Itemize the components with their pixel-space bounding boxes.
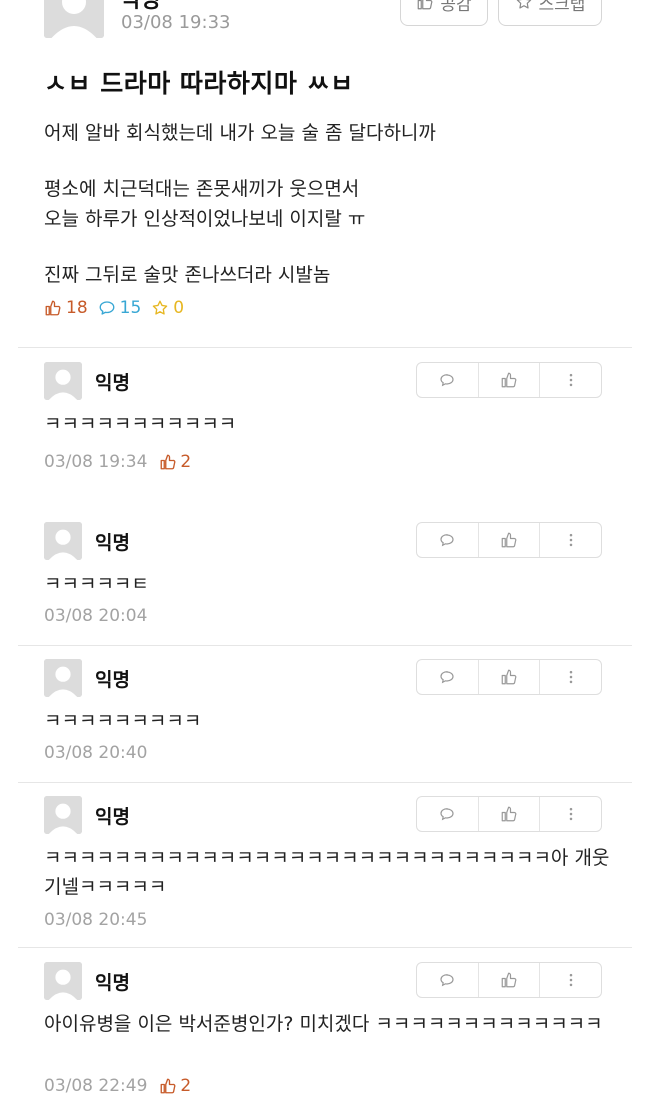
speech-bubble-icon <box>440 671 454 684</box>
comment-like-count: 2 <box>159 452 191 472</box>
thumbs-up-icon <box>501 806 517 822</box>
scrap-button[interactable]: 스크랩 <box>498 0 602 26</box>
avatar <box>44 0 104 38</box>
thumbs-up-icon <box>501 372 517 388</box>
reply-button[interactable] <box>417 963 479 997</box>
comment-like-button[interactable] <box>479 523 541 557</box>
comment-author: 익명 <box>95 532 130 554</box>
divider <box>18 347 632 348</box>
more-options-button[interactable] <box>540 523 601 557</box>
post-stats: 18 15 0 <box>44 298 194 318</box>
comment-like-button[interactable] <box>479 963 541 997</box>
default-avatar-icon <box>44 0 104 38</box>
like-count-value: 18 <box>66 298 88 318</box>
star-icon <box>153 300 168 315</box>
comment-time: 03/08 20:04 <box>44 606 148 626</box>
default-avatar-icon <box>44 522 82 560</box>
comment-meta: 03/08 19:34 2 <box>44 452 191 472</box>
thumbs-up-icon <box>501 972 517 988</box>
comment-time: 03/08 19:34 <box>44 452 148 472</box>
vertical-dots-icon <box>569 973 572 987</box>
avatar <box>44 962 82 1000</box>
more-options-button[interactable] <box>540 363 601 397</box>
comment-text: ㅋㅋㅋㅋㅋㅋㅋㅋㅋㅋㅋㅋㅋㅋㅋㅋㅋㅋㅋㅋㅋㅋㅋㅋㅋㅋㅋㅋㅋ아 개웃기넬ㅋㅋㅋㅋㅋ <box>44 847 610 898</box>
default-avatar-icon <box>44 362 82 400</box>
reply-button[interactable] <box>417 797 479 831</box>
post-time: 03/08 19:33 <box>121 12 231 33</box>
comment-actions <box>416 362 602 398</box>
comment-time: 03/08 20:45 <box>44 910 148 930</box>
vertical-dots-icon <box>569 373 572 387</box>
comment-text: ㅋㅋㅋㅋㅋㅋㅋㅋㅋ <box>44 710 202 732</box>
reply-button[interactable] <box>417 363 479 397</box>
comment-author: 익명 <box>95 972 130 994</box>
comment-meta: 03/08 20:45 <box>44 910 147 930</box>
default-avatar-icon <box>44 659 82 697</box>
comment-meta: 03/08 20:04 <box>44 606 147 626</box>
divider <box>18 947 632 948</box>
avatar <box>44 522 82 560</box>
comment-count: 15 <box>98 298 142 318</box>
speech-bubble-icon <box>440 974 454 987</box>
like-button[interactable]: 공감 <box>400 0 488 26</box>
scrap-count: 0 <box>151 298 184 318</box>
post-body-line: 평소에 치근덕대는 존못새끼가 웃으면서 <box>44 178 360 200</box>
comment-like-button[interactable] <box>479 797 541 831</box>
comment-author: 익명 <box>95 372 130 394</box>
avatar <box>44 362 82 400</box>
divider <box>18 782 632 783</box>
star-icon <box>516 0 531 9</box>
comment-text: ㅋㅋㅋㅋㅋㅌ <box>44 573 149 595</box>
speech-bubble-icon <box>99 301 115 315</box>
post-body-line: 오늘 하루가 인상적이었나보네 이지랄 ㅠ <box>44 208 366 230</box>
speech-bubble-icon <box>440 808 454 821</box>
divider <box>18 645 632 646</box>
comment-like-value: 2 <box>180 452 192 472</box>
more-options-button[interactable] <box>540 797 601 831</box>
comment-meta: 03/08 22:49 2 <box>44 1076 191 1096</box>
reply-button[interactable] <box>417 660 479 694</box>
default-avatar-icon <box>44 796 82 834</box>
comment-meta: 03/08 20:40 <box>44 743 147 763</box>
comment-time: 03/08 22:49 <box>44 1076 148 1096</box>
post-body-line: 어제 알바 회식했는데 내가 오늘 술 좀 달다하니까 <box>44 122 436 144</box>
vertical-dots-icon <box>569 670 572 684</box>
comment-like-count: 2 <box>159 1076 191 1096</box>
comment-like-value: 2 <box>180 1076 192 1096</box>
more-options-button[interactable] <box>540 963 601 997</box>
comment-count-value: 15 <box>119 298 142 318</box>
comment-like-button[interactable] <box>479 363 541 397</box>
more-options-button[interactable] <box>540 660 601 694</box>
post-title: ㅅㅂ 드라마 따라하지마 ㅆㅂ <box>44 69 354 98</box>
comment-actions <box>416 796 602 832</box>
reply-button[interactable] <box>417 523 479 557</box>
comment-author: 익명 <box>95 669 130 691</box>
avatar <box>44 796 82 834</box>
speech-bubble-icon <box>440 534 454 547</box>
thumbs-up-icon <box>501 669 517 685</box>
comment-like-button[interactable] <box>479 660 541 694</box>
speech-bubble-icon <box>440 374 454 387</box>
like-count: 18 <box>44 298 88 318</box>
scrap-count-value: 0 <box>173 298 185 318</box>
comment-time: 03/08 20:40 <box>44 743 148 763</box>
default-avatar-icon <box>44 962 82 1000</box>
comment-actions <box>416 962 602 998</box>
thumbs-up-icon <box>418 0 433 10</box>
thumbs-up-icon <box>160 1078 176 1094</box>
post-body-line: 진짜 그뒤로 술맛 존나쓰더라 시발놈 <box>44 264 331 286</box>
thumbs-up-icon <box>160 454 176 470</box>
thumbs-up-icon <box>501 532 517 548</box>
thumbs-up-icon <box>45 300 61 316</box>
scrap-button-label: 스크랩 <box>538 0 586 15</box>
vertical-dots-icon <box>569 807 572 821</box>
comment-author: 익명 <box>95 806 130 828</box>
vertical-dots-icon <box>569 533 572 547</box>
comment-actions <box>416 659 602 695</box>
comment-actions <box>416 522 602 558</box>
comment-text: 아이유병을 이은 박서준병인가? 미치겠다 ㅋㅋㅋㅋㅋㅋㅋㅋㅋㅋㅋㅋㅋ <box>44 1013 603 1035</box>
comment-text: ㅋㅋㅋㅋㅋㅋㅋㅋㅋㅋㅋ <box>44 413 237 435</box>
avatar <box>44 659 82 697</box>
like-button-label: 공감 <box>440 0 472 15</box>
